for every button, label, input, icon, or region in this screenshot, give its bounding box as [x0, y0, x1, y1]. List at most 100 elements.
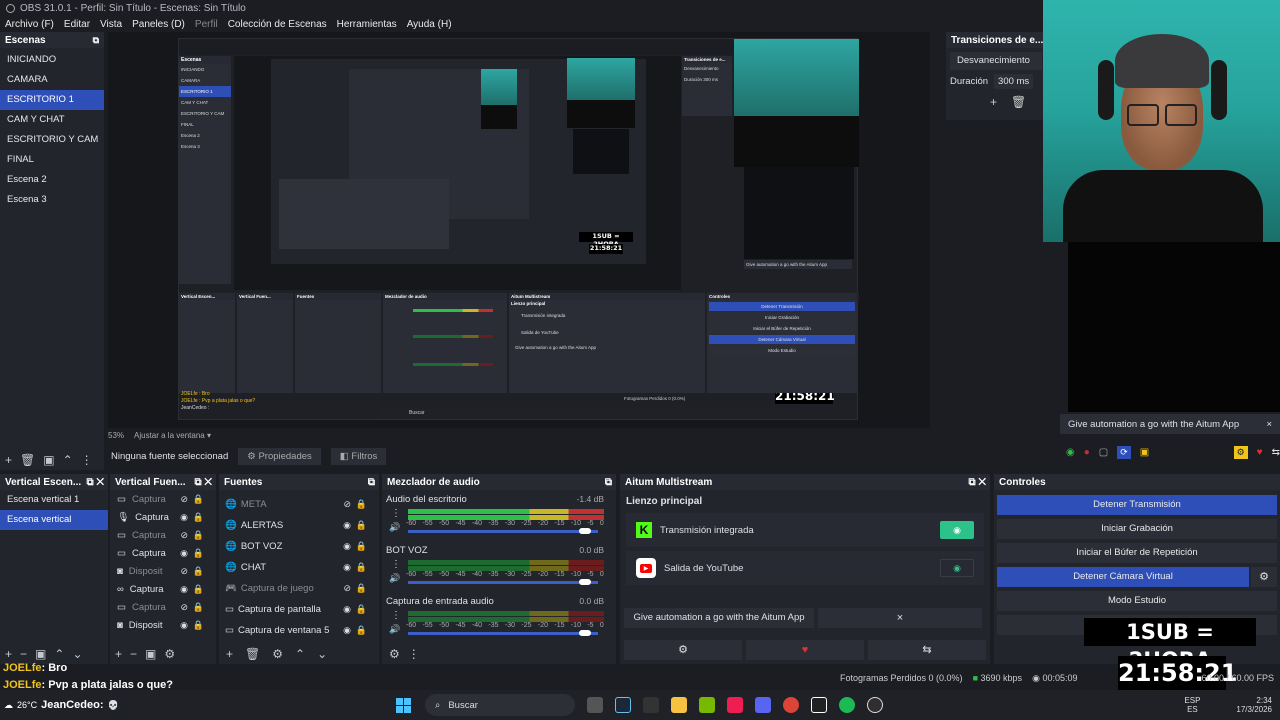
move-up-icon[interactable]: ⌃ — [63, 453, 73, 467]
lock-icon[interactable]: 🔒 — [193, 584, 204, 595]
add-icon[interactable]: + — [5, 647, 12, 661]
filter-icon[interactable]: ▣ — [43, 453, 54, 467]
close-icon[interactable]: ⧉ ✕ — [194, 477, 212, 488]
obs-icon[interactable] — [867, 697, 883, 713]
eye-icon[interactable]: ◉ — [180, 512, 188, 523]
undock-icon[interactable]: ⧉ — [368, 477, 375, 488]
source-row[interactable]: 🌐 BOT VOZ ◉ 🔒 — [219, 536, 379, 557]
scene-item[interactable]: INICIANDO — [0, 50, 104, 70]
studio-mode-button[interactable]: Modo Estudio — [997, 591, 1277, 611]
scene-item[interactable]: Escena 2 — [0, 170, 104, 190]
remove-icon[interactable]: − — [130, 647, 137, 661]
close-icon[interactable]: × — [1266, 419, 1272, 430]
lock-icon[interactable]: 🔒 — [193, 566, 204, 577]
filter-icon[interactable]: ▣ — [145, 647, 156, 661]
vsource-row[interactable]: ◙ Disposit ◉ 🔒 — [110, 616, 216, 634]
scene-item[interactable]: ESCRITORIO Y CAM — [0, 130, 104, 150]
move-down-icon[interactable]: ⌄ — [317, 647, 327, 661]
menu-perfil[interactable]: Perfil — [195, 19, 218, 30]
heart-icon[interactable]: ♥ — [1257, 447, 1263, 458]
vsource-row[interactable]: ▭ Captura ⊘ 🔒 — [110, 490, 216, 508]
menu-ayuda[interactable]: Ayuda (H) — [407, 19, 452, 30]
gear-icon[interactable]: ⚙ — [1233, 445, 1248, 459]
tiktok-icon[interactable] — [727, 697, 743, 713]
lock-icon[interactable]: 🔒 — [193, 530, 204, 541]
gear-icon[interactable]: ⚙ — [389, 647, 400, 661]
scene-item[interactable]: CAM Y CHAT — [0, 110, 104, 130]
capcut-icon[interactable] — [811, 697, 827, 713]
scene-item[interactable]: CAMARA — [0, 70, 104, 90]
lock-icon[interactable]: 🔒 — [193, 602, 204, 613]
remove-icon[interactable]: − — [20, 647, 27, 661]
vsource-row[interactable]: 🎙 Captura ◉ 🔒 — [110, 508, 216, 526]
eye-icon[interactable]: ◉ — [343, 520, 351, 531]
windows-start-icon[interactable] — [396, 697, 411, 713]
channel-menu-icon[interactable]: ⋮ — [391, 610, 401, 621]
eye-off-icon[interactable]: ⊘ — [343, 583, 351, 594]
speaker-icon[interactable]: 🔊 — [389, 624, 400, 635]
menu-vista[interactable]: Vista — [100, 19, 122, 30]
source-row[interactable]: ▭ Captura de pantalla ◉ 🔒 — [219, 599, 379, 620]
gear-icon[interactable]: ⚙ — [164, 647, 175, 661]
undock-icon[interactable]: ⧉ — [605, 477, 612, 488]
eye-icon[interactable]: ◉ — [180, 548, 188, 559]
volume-slider[interactable] — [408, 632, 598, 635]
trash-icon[interactable]: 🗑 — [20, 453, 35, 467]
terminal-icon[interactable] — [643, 697, 659, 713]
lock-icon[interactable]: 🔒 — [356, 604, 367, 615]
source-row[interactable]: 🌐 META ⊘ 🔒 — [219, 494, 379, 515]
menu-editar[interactable]: Editar — [64, 19, 90, 30]
volume-knob[interactable] — [578, 630, 591, 636]
filter-icon[interactable]: ▣ — [35, 647, 46, 661]
add-transition-icon[interactable]: + — [990, 95, 997, 109]
swap-icon[interactable]: ⇆ — [868, 640, 986, 660]
eye-icon[interactable]: ◉ — [343, 562, 351, 573]
folder-icon[interactable] — [671, 697, 687, 713]
speaker-icon[interactable]: 🔊 — [389, 573, 400, 584]
vsource-row[interactable]: ▭ Captura ⊘ 🔒 — [110, 598, 216, 616]
volume-knob[interactable] — [578, 579, 591, 585]
eye-off-icon[interactable]: ⊘ — [180, 602, 188, 613]
stop-streaming-button[interactable]: Detener Transmisión — [997, 495, 1277, 515]
trash-icon[interactable]: 🗑 — [245, 647, 260, 661]
scene-item[interactable]: FINAL — [0, 150, 104, 170]
weather-widget[interactable]: ☁ 26°C JeanCedeo: 💀 — [0, 699, 119, 711]
volume-slider[interactable] — [408, 530, 598, 533]
stream-icon[interactable]: ◉ — [1066, 447, 1075, 458]
gear-icon[interactable]: ⚙ — [272, 647, 283, 661]
discord-icon[interactable] — [755, 697, 771, 713]
close-icon[interactable]: ⧉ ✕ — [968, 477, 986, 488]
clock[interactable]: 2:34 17/3/2026 — [1236, 696, 1280, 714]
volume-slider[interactable] — [408, 581, 598, 584]
lock-icon[interactable]: 🔒 — [193, 512, 204, 523]
record-icon[interactable]: ● — [1084, 447, 1090, 458]
replay-icon[interactable]: ⟳ — [1117, 445, 1131, 459]
start-recording-button[interactable]: Iniciar Grabación — [997, 519, 1277, 539]
channel-menu-icon[interactable]: ⋮ — [391, 559, 401, 570]
eye-off-icon[interactable]: ⊘ — [180, 566, 188, 577]
close-icon[interactable]: ⧉ ✕ — [86, 477, 104, 488]
more-icon[interactable]: ⋮ — [81, 453, 93, 467]
lock-icon[interactable]: 🔒 — [193, 548, 204, 559]
lock-icon[interactable]: 🔒 — [356, 520, 367, 531]
fit-window-dropdown[interactable]: Ajustar a la ventana ▾ — [134, 431, 211, 440]
scene-item[interactable]: Escena 3 — [0, 190, 104, 210]
source-row[interactable]: 🌐 ALERTAS ◉ 🔒 — [219, 515, 379, 536]
eye-icon[interactable]: ◉ — [343, 541, 351, 552]
eye-icon[interactable]: ◉ — [180, 584, 188, 595]
add-icon[interactable]: + — [5, 453, 12, 467]
vertical-scene-item[interactable]: Escena vertical 1 — [0, 490, 108, 510]
eye-off-icon[interactable]: ⊘ — [180, 494, 188, 505]
source-row[interactable]: 🎮 Captura de juego ⊘ 🔒 — [219, 578, 379, 599]
chrome-icon[interactable] — [783, 697, 799, 713]
spotify-icon[interactable] — [839, 697, 855, 713]
vertical-scene-item-selected[interactable]: Escena vertical — [0, 510, 108, 530]
vsource-row[interactable]: ▭ Captura ◉ 🔒 — [110, 544, 216, 562]
vsource-row[interactable]: ▭ Captura ⊘ 🔒 — [110, 526, 216, 544]
undock-icon[interactable]: ⧉ — [93, 35, 99, 46]
menu-paneles[interactable]: Paneles (D) — [132, 19, 185, 30]
nvidia-icon[interactable] — [699, 697, 715, 713]
menu-herramientas[interactable]: Herramientas — [337, 19, 397, 30]
stop-virtual-camera-button[interactable]: Detener Cámara Virtual — [997, 567, 1249, 587]
gear-icon[interactable]: ⚙ — [1251, 567, 1277, 587]
